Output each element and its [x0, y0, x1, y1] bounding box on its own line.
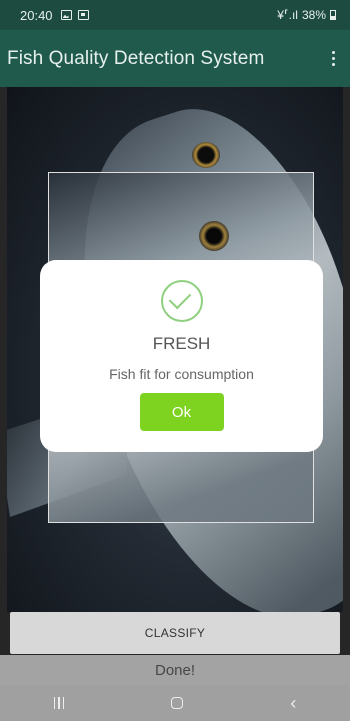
screenshot-notification-icon — [77, 10, 89, 20]
status-text: Done! — [0, 655, 350, 685]
captured-fish-eye — [199, 221, 229, 251]
app-title: Fish Quality Detection System — [7, 47, 265, 69]
check-circle-icon — [160, 280, 203, 322]
recent-apps-icon[interactable] — [53, 697, 65, 709]
navigation-bar: ‹ — [0, 685, 350, 721]
status-bar: 20:40 ¥⸢.ıl 38% — [0, 0, 350, 30]
status-time: 20:40 — [20, 7, 53, 23]
classify-button[interactable]: CLASSIFY — [10, 612, 340, 654]
gallery-notification-icon — [60, 10, 72, 20]
back-icon[interactable]: ‹ — [290, 694, 296, 712]
signal-icon: ¥⸢.ıl — [277, 8, 298, 22]
result-dialog: FRESH Fish fit for consumption Ok — [40, 260, 323, 452]
battery-icon — [330, 10, 336, 20]
fish-eye-shape — [192, 142, 220, 168]
home-icon[interactable] — [171, 697, 184, 709]
battery-percent: 38% — [301, 8, 326, 22]
ok-button[interactable]: Ok — [139, 393, 224, 431]
app-bar: Fish Quality Detection System — [0, 30, 350, 87]
result-message: Fish fit for consumption — [109, 366, 254, 382]
result-title: FRESH — [152, 334, 211, 353]
status-right: ¥⸢.ıl 38% — [277, 8, 336, 22]
notification-icons — [60, 10, 89, 20]
overflow-menu-icon[interactable] — [332, 51, 336, 66]
